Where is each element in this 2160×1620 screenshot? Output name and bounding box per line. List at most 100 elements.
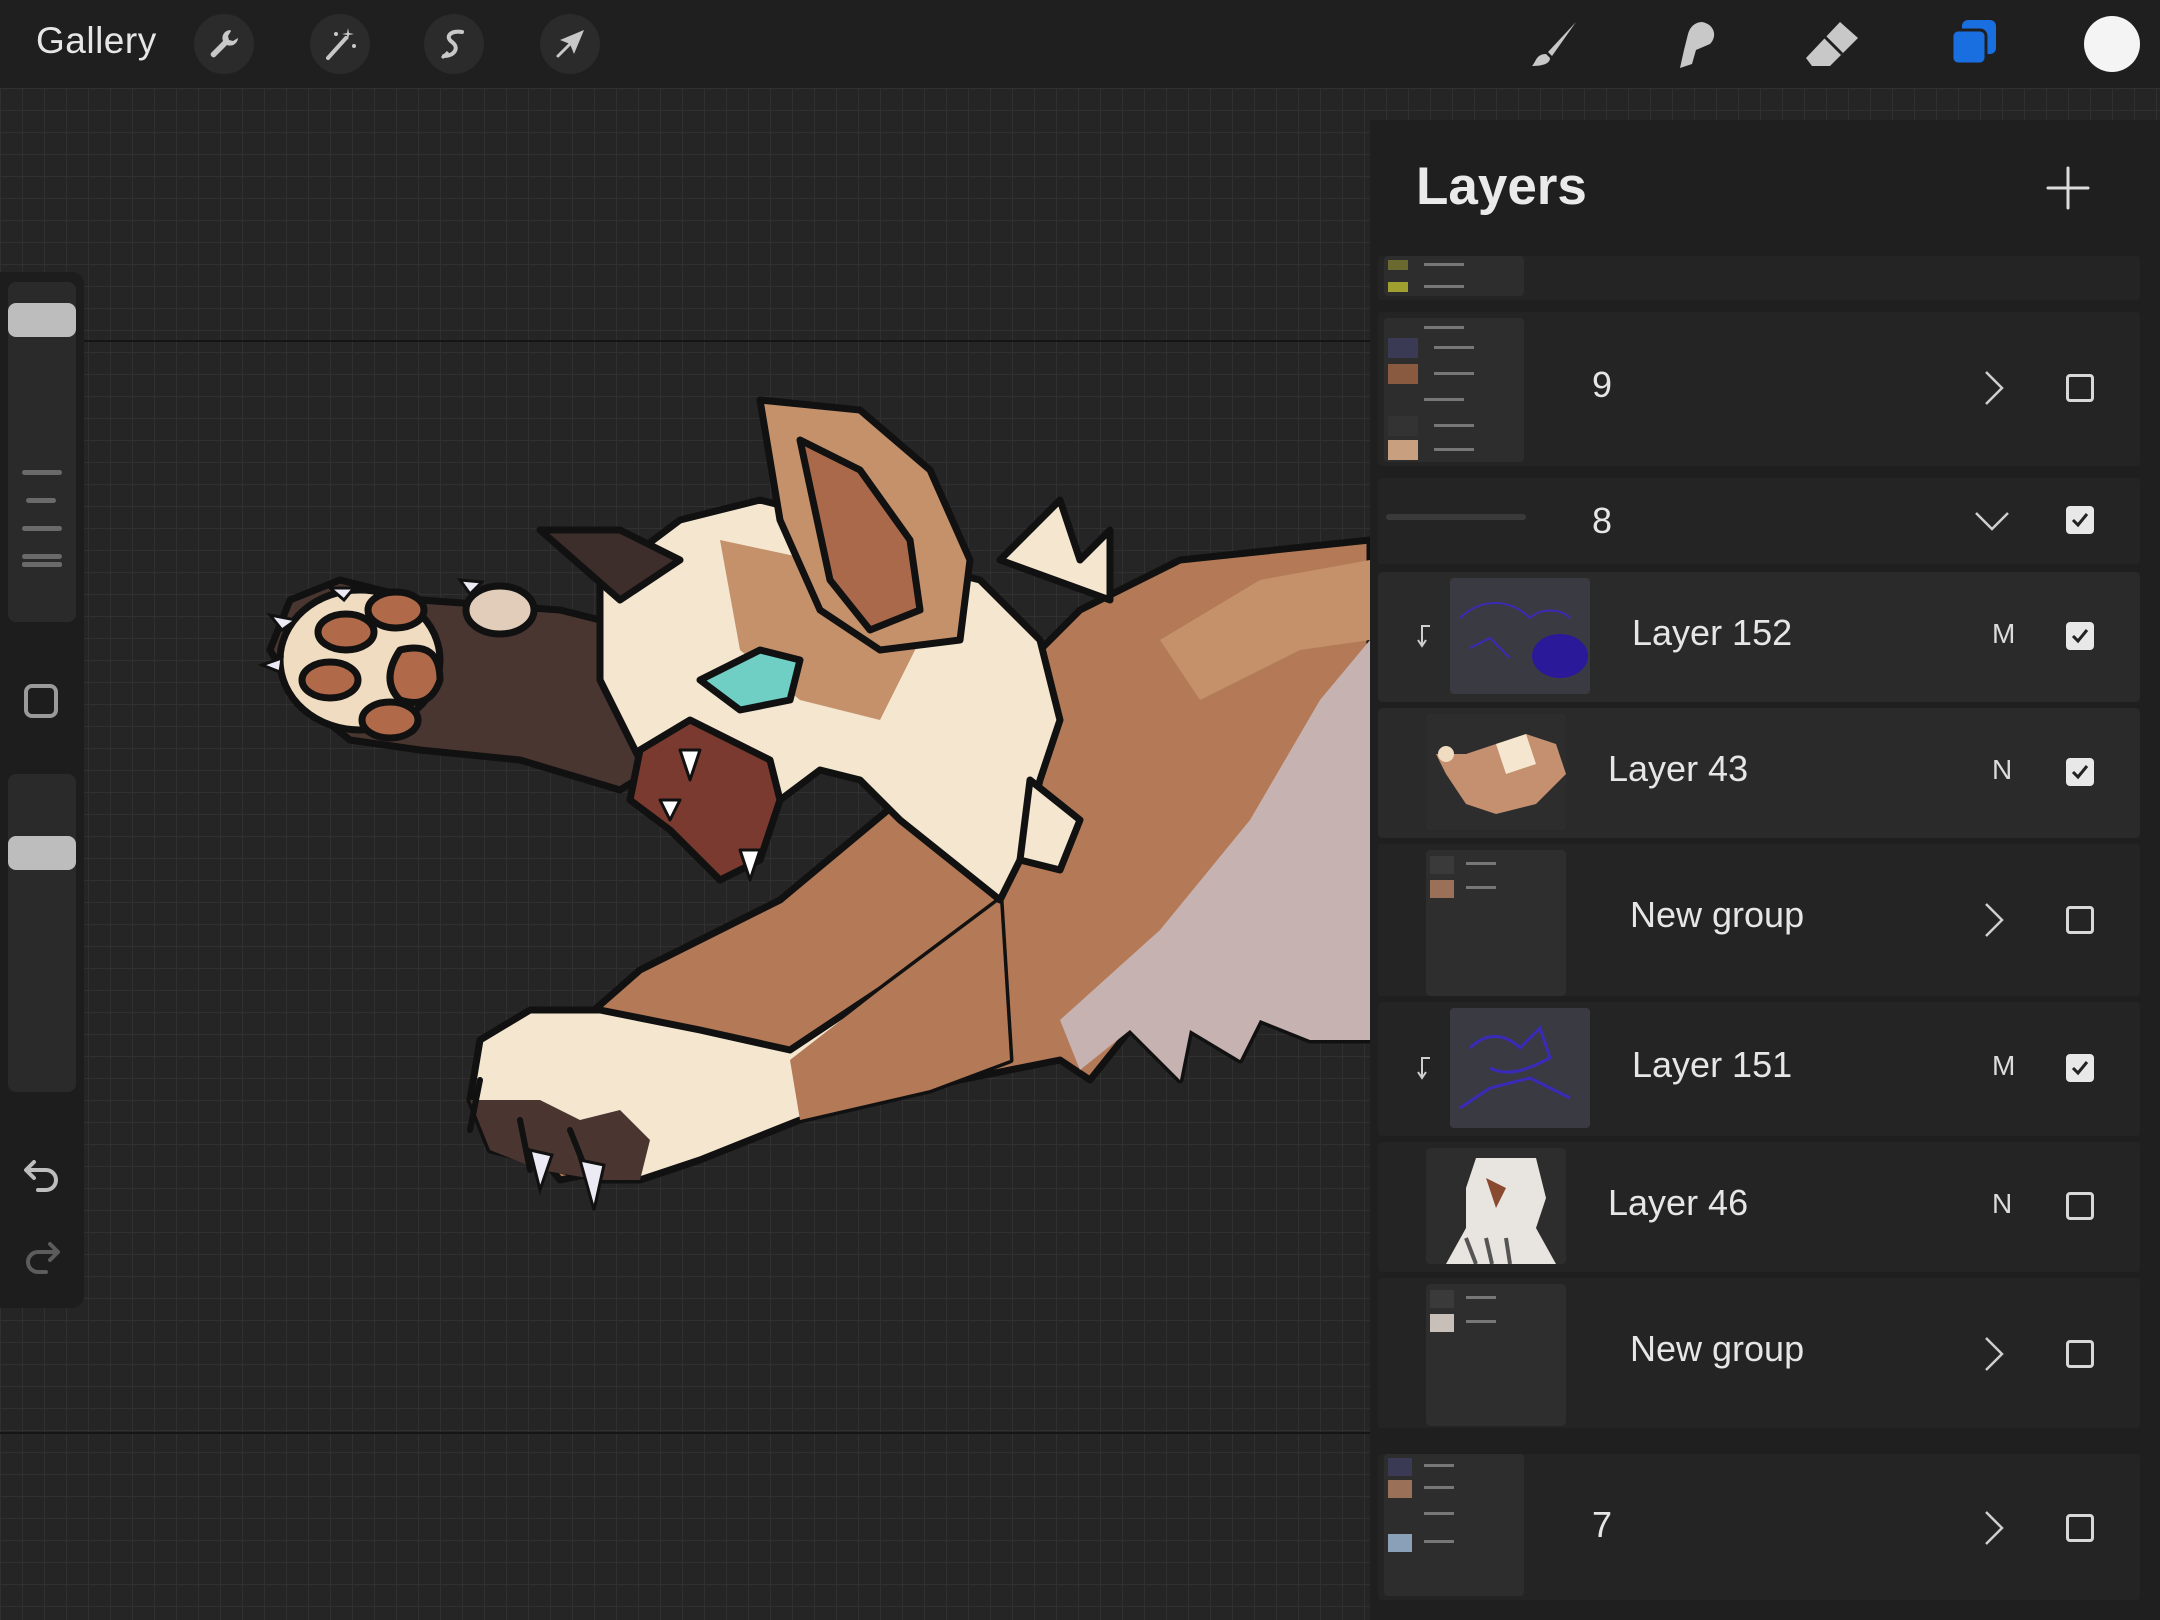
selection-s-icon	[440, 29, 464, 60]
chevron-right-icon[interactable]	[1978, 1334, 2008, 1374]
redo-icon	[26, 1242, 60, 1274]
mini-layer-list	[1388, 1458, 1454, 1552]
layer-thumbnail	[1426, 714, 1566, 830]
layer-row-partial[interactable]	[1378, 256, 2140, 300]
top-toolbar: Gallery	[0, 0, 2160, 88]
chevron-right-icon[interactable]	[1978, 900, 2008, 940]
magic-wand-icon	[326, 28, 356, 60]
slider-tick	[22, 554, 62, 559]
wrench-icon	[210, 30, 238, 58]
opacity-slider[interactable]	[8, 774, 76, 1092]
visibility-checkbox[interactable]	[2066, 374, 2094, 402]
layer-thumbnail	[1426, 1148, 1566, 1264]
blend-mode[interactable]: N	[1992, 754, 2012, 786]
layer-group-row[interactable]: New group	[1378, 1278, 2140, 1428]
layers-icon	[1950, 20, 1996, 66]
layer-name: 7	[1592, 1504, 1613, 1545]
layer-group-row[interactable]: 8	[1378, 478, 2140, 564]
smudge-button[interactable]	[1662, 14, 1726, 74]
layers-button[interactable]	[1942, 14, 2006, 74]
visibility-checkbox[interactable]	[2066, 906, 2094, 934]
visibility-checkbox[interactable]	[2066, 1192, 2094, 1220]
group-bar	[1386, 514, 1526, 520]
visibility-checkbox[interactable]	[2066, 622, 2094, 650]
thumbnail-art	[1459, 1025, 1571, 1110]
checkmark-icon	[2071, 629, 2089, 644]
visibility-checkbox[interactable]	[2066, 758, 2094, 786]
layer-name: New group	[1630, 1328, 1805, 1369]
layers-panel: Layers 9 8 Layer 152 M Layer 43 N New gr…	[1370, 120, 2160, 1620]
group-thumbnail	[1384, 318, 1524, 462]
layer-name: Layer 152	[1632, 612, 1793, 653]
group-thumbnail	[1426, 850, 1566, 996]
blend-mode[interactable]: M	[1992, 618, 2015, 650]
redo-button[interactable]	[20, 1234, 64, 1278]
left-sidebar	[0, 272, 84, 1308]
layers-title: Layers	[1416, 157, 1587, 216]
layer-name: New group	[1630, 894, 1805, 935]
visibility-checkbox[interactable]	[2066, 1340, 2094, 1368]
layer-row[interactable]: Layer 46 N	[1378, 1142, 2140, 1272]
smudge-icon	[1680, 22, 1715, 68]
mini-layer-list	[1430, 1290, 1496, 1332]
layer-thumbnail	[1450, 1008, 1590, 1128]
layer-row[interactable]: Layer 151 M	[1378, 1002, 2140, 1136]
group-thumbnail	[1426, 1284, 1566, 1426]
visibility-checkbox[interactable]	[2066, 1054, 2094, 1082]
eraser-button[interactable]	[1800, 14, 1864, 74]
layer-thumbnail	[1450, 578, 1590, 694]
thumbnail-art	[1459, 602, 1588, 678]
group-thumbnail	[1384, 256, 1524, 296]
slider-tick	[22, 526, 62, 531]
checkmark-icon	[2071, 765, 2089, 780]
mini-layer-list	[1388, 326, 1474, 460]
checkmark-icon	[2071, 1061, 2089, 1076]
chevron-down-icon[interactable]	[1972, 500, 2012, 540]
blend-mode[interactable]: N	[1992, 1188, 2012, 1220]
checkmark-icon	[2071, 513, 2089, 528]
modify-square-button[interactable]	[24, 684, 58, 718]
transform-button[interactable]	[540, 14, 600, 74]
layer-row[interactable]: Layer 43 N	[1378, 708, 2140, 838]
thumbnail-art	[1436, 734, 1566, 814]
chevron-right-icon[interactable]	[1978, 368, 2008, 408]
visibility-checkbox[interactable]	[2066, 1514, 2094, 1542]
brush-size-thumb[interactable]	[8, 303, 76, 338]
thumbnail-art	[1446, 1158, 1556, 1264]
brush-button[interactable]	[1522, 14, 1586, 74]
layer-group-row[interactable]: 9	[1378, 312, 2140, 466]
plus-icon	[2046, 166, 2090, 210]
slider-tick	[22, 470, 62, 475]
clipping-mask-icon	[1417, 1057, 1430, 1080]
undo-button[interactable]	[20, 1152, 64, 1196]
selection-button[interactable]	[424, 14, 484, 74]
cat-illustration	[257, 396, 1370, 1211]
chevron-right-icon[interactable]	[1978, 1508, 2008, 1548]
mini-layer-list	[1430, 856, 1496, 898]
slider-tick	[26, 498, 56, 503]
layer-name: Layer 46	[1608, 1182, 1749, 1223]
mini-layer-list	[1388, 260, 1464, 292]
blend-mode[interactable]: M	[1992, 1050, 2015, 1082]
layer-name: Layer 151	[1632, 1044, 1793, 1085]
add-layer-button[interactable]	[2040, 160, 2096, 216]
layer-row[interactable]: Layer 152 M	[1378, 572, 2140, 702]
slider-tick	[22, 562, 62, 567]
visibility-checkbox[interactable]	[2066, 506, 2094, 534]
layer-group-row[interactable]: New group	[1378, 844, 2140, 996]
clipping-mask-icon	[1417, 625, 1430, 648]
color-picker-button[interactable]	[2084, 16, 2140, 72]
layer-name: Layer 43	[1608, 748, 1749, 789]
layer-name: 9	[1592, 364, 1613, 405]
brush-icon	[1532, 22, 1576, 66]
gallery-button[interactable]: Gallery	[36, 20, 157, 62]
opacity-thumb[interactable]	[8, 836, 76, 871]
layer-group-row[interactable]: 7	[1378, 1454, 2140, 1600]
adjustments-button[interactable]	[310, 14, 370, 74]
actions-button[interactable]	[194, 14, 254, 74]
transform-arrow-icon	[556, 30, 584, 58]
procreate-screen: Gallery Layers 9 8 Layer 152 M Layer 43 …	[0, 0, 2160, 1620]
layer-name: 8	[1592, 500, 1613, 541]
eraser-icon	[1806, 22, 1858, 66]
undo-icon	[24, 1160, 58, 1192]
